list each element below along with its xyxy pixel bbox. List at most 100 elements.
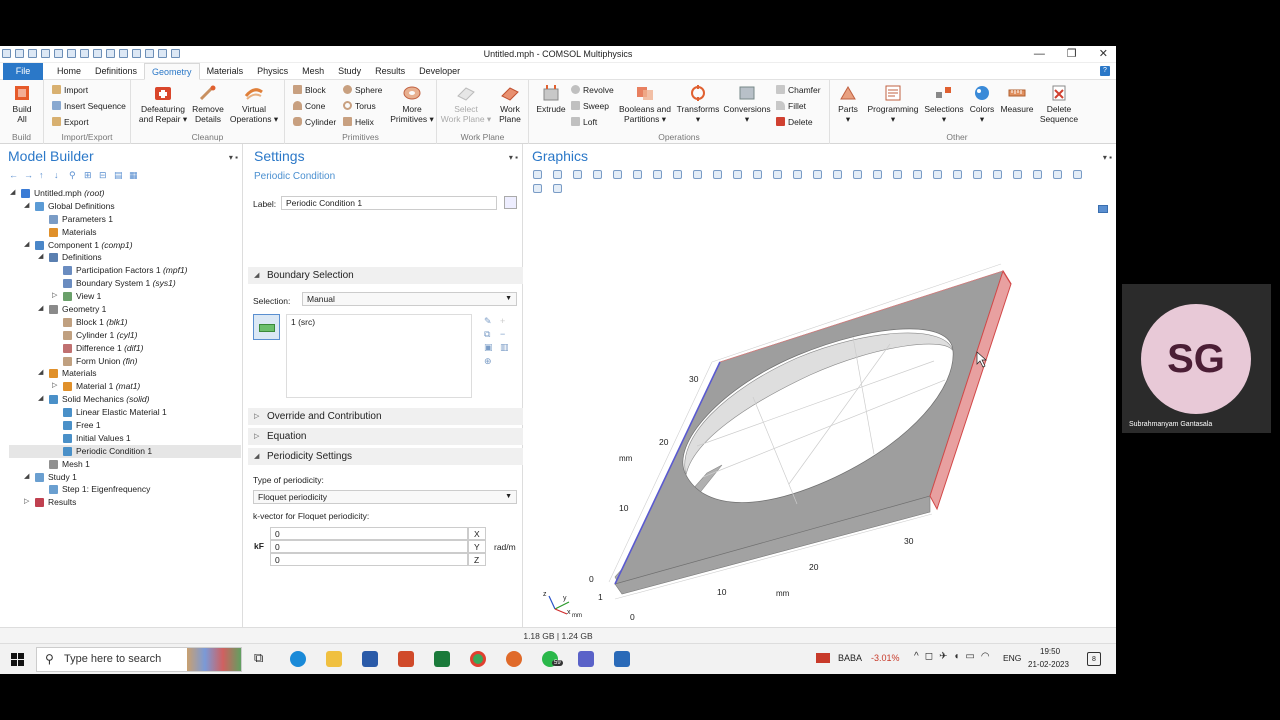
print-icon[interactable] (553, 184, 562, 193)
more-primitives-button[interactable]: More Primitives ▾ (389, 84, 435, 124)
expand-arrow-icon[interactable]: ▷ (52, 380, 57, 393)
selection-list-item[interactable]: 1 (src) (291, 317, 315, 327)
tree-node[interactable]: Step 1: Eigenfrequency (9, 483, 241, 496)
import-button[interactable]: Import (52, 85, 88, 95)
language-indicator[interactable]: ENG (1003, 653, 1021, 663)
collapse-arrow-icon[interactable]: ◢ (10, 187, 15, 200)
insert-sequence-button[interactable]: Insert Sequence (52, 101, 126, 111)
tree-node[interactable]: ◢ Geometry 1 (9, 303, 241, 316)
tree-node[interactable]: Materials (9, 226, 241, 239)
collapse-arrow-icon[interactable]: ◢ (38, 303, 43, 316)
parts-button[interactable]: Parts ▾ (834, 84, 862, 124)
select-box-icon[interactable] (893, 170, 902, 179)
tree-node[interactable]: ◢ Solid Mechanics (solid) (9, 393, 241, 406)
collapse-all-icon[interactable]: ⊟ (99, 171, 108, 180)
select-edges-icon[interactable] (853, 170, 862, 179)
help-icon[interactable]: ? (1100, 66, 1110, 76)
selection-list[interactable]: 1 (src) (286, 314, 472, 398)
video-participant-tile[interactable]: SG Subrahmanyam Gantasala (1122, 284, 1271, 433)
programming-button[interactable]: Programming ▾ (864, 84, 922, 124)
file-menu[interactable]: File (3, 63, 43, 80)
settings-menu-icon[interactable]: ▾ ▪ (509, 153, 518, 162)
loft-button[interactable]: Loft (571, 117, 597, 127)
block-button[interactable]: Block (293, 85, 326, 95)
remove-details-button[interactable]: Remove Details (191, 84, 225, 124)
selection-dropdown[interactable]: Manual ▼ (302, 292, 517, 306)
x-y-view-icon[interactable] (693, 170, 702, 179)
collapse-arrow-icon[interactable]: ◢ (24, 200, 29, 213)
tree-node[interactable]: ◢ Materials (9, 367, 241, 380)
collapse-arrow-icon[interactable]: ◢ (24, 239, 29, 252)
tree-node[interactable]: ◢ Untitled.mph (root) (9, 187, 241, 200)
chrome-icon[interactable] (470, 651, 486, 667)
k-vector-input-y[interactable]: 0 (270, 540, 468, 553)
measure-button[interactable]: Measure (998, 84, 1036, 114)
select-all-icon[interactable] (933, 170, 942, 179)
tab-developer[interactable]: Developer (412, 63, 467, 80)
select-boundaries-icon[interactable] (833, 170, 842, 179)
stock-name[interactable]: BABA (838, 653, 862, 663)
revolve-button[interactable]: Revolve (571, 85, 614, 95)
add-to-selection-icon[interactable]: + (500, 314, 505, 328)
chamfer-button[interactable]: Chamfer (776, 85, 821, 95)
tree-node[interactable]: Linear Elastic Material 1 (9, 406, 241, 419)
torus-button[interactable]: Torus (343, 101, 376, 111)
rotate-icon[interactable] (653, 170, 662, 179)
clear-selection-icon[interactable]: ▣ (484, 340, 493, 354)
tree-node[interactable]: Free 1 (9, 419, 241, 432)
tab-mesh[interactable]: Mesh (295, 63, 331, 80)
tab-physics[interactable]: Physics (250, 63, 295, 80)
tab-definitions[interactable]: Definitions (88, 63, 144, 80)
colors-button[interactable]: Colors ▾ (966, 84, 998, 124)
tree-node[interactable]: Cylinder 1 (cyl1) (9, 329, 241, 342)
show-icon[interactable] (993, 170, 1002, 179)
default-view-icon[interactable] (753, 170, 762, 179)
file-explorer-icon[interactable] (326, 651, 342, 667)
tree-node[interactable]: Mesh 1 (9, 458, 241, 471)
tab-study[interactable]: Study (331, 63, 368, 80)
zoom-to-selection-icon[interactable]: ⊕ (484, 354, 492, 368)
select-domains-icon[interactable] (813, 170, 822, 179)
show-more-icon[interactable]: ▤ (114, 171, 123, 180)
k-vector-input-z[interactable]: 0 (270, 553, 468, 566)
z-x-view-icon[interactable] (733, 170, 742, 179)
export-button[interactable]: Export (52, 117, 89, 127)
hide-icon[interactable] (973, 170, 982, 179)
build-all-button[interactable]: Build All (4, 84, 40, 124)
tree-node[interactable]: ▷ View 1 (9, 290, 241, 303)
forward-arrow-icon[interactable]: → (24, 171, 33, 180)
wireframe-icon[interactable] (1033, 170, 1042, 179)
tree-node[interactable]: Difference 1 (dif1) (9, 342, 241, 355)
tree-node[interactable]: Form Union (fin) (9, 355, 241, 368)
conversions-button[interactable]: Conversions ▾ (721, 84, 773, 124)
section-periodicity-settings[interactable]: ◢ Periodicity Settings (248, 448, 523, 465)
collapse-arrow-icon[interactable]: ◢ (38, 251, 43, 264)
delete-button[interactable]: Delete (776, 117, 813, 127)
screenshot-icon[interactable] (1098, 205, 1108, 213)
excel-icon[interactable] (434, 651, 450, 667)
view-options-icon[interactable]: ▦ (129, 171, 138, 180)
expand-arrow-icon[interactable]: ▷ (52, 290, 57, 303)
zoom-selected-icon[interactable] (613, 170, 622, 179)
go-to-view-icon[interactable] (633, 170, 642, 179)
image-snapshot-icon[interactable] (533, 184, 542, 193)
section-equation[interactable]: ▷ Equation (248, 428, 523, 445)
y-z-view-icon[interactable] (713, 170, 722, 179)
clear-selection-icon[interactable] (953, 170, 962, 179)
filter-icon[interactable]: ⚲ (69, 171, 78, 180)
orthographic-icon[interactable] (673, 170, 682, 179)
virtual-operations-button[interactable]: Virtual Operations ▾ (227, 84, 281, 124)
copy-selection-icon[interactable]: ⧉ (484, 327, 490, 341)
down-arrow-icon[interactable]: ↓ (54, 171, 63, 180)
label-options-icon[interactable] (504, 196, 517, 209)
panel-menu-icon[interactable]: ▾ ▪ (229, 153, 238, 162)
zoom-extents-icon[interactable] (593, 170, 602, 179)
extrude-button[interactable]: Extrude (533, 84, 569, 114)
fillet-button[interactable]: Fillet (776, 101, 806, 111)
tree-node[interactable]: ◢ Study 1 (9, 471, 241, 484)
expand-all-icon[interactable]: ⊞ (84, 171, 93, 180)
booleans-partitions-button[interactable]: Booleans and Partitions ▾ (615, 84, 675, 124)
tree-node[interactable]: ▷ Material 1 (mat1) (9, 380, 241, 393)
tree-node[interactable]: Participation Factors 1 (mpf1) (9, 264, 241, 277)
tree-node[interactable]: ◢ Component 1 (comp1) (9, 239, 241, 252)
